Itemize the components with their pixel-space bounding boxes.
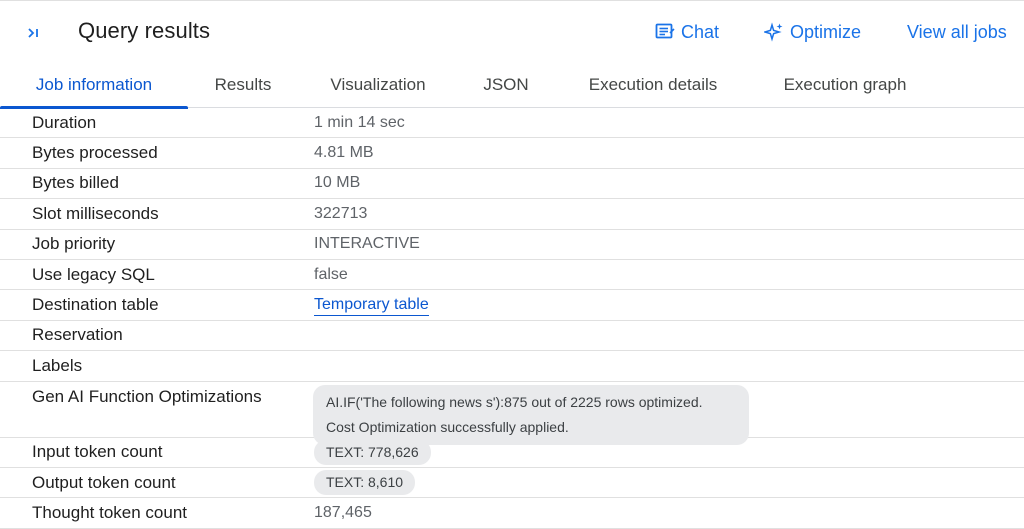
row-key: Use legacy SQL: [32, 264, 155, 284]
row-value: INTERACTIVE: [314, 235, 420, 253]
row-key: Gen AI Function Optimizations: [32, 386, 262, 406]
table-row: Bytes billed 10 MB: [0, 169, 1024, 200]
tab-execution-details[interactable]: Execution details: [566, 62, 740, 108]
row-key: Bytes processed: [32, 143, 158, 163]
row-key: Job priority: [32, 234, 116, 254]
collapse-right-icon: [28, 28, 38, 38]
results-tabs: Job information Results Visualization JS…: [0, 62, 1024, 109]
optimize-label: Optimize: [790, 21, 862, 42]
optimize-button[interactable]: Optimize: [764, 20, 861, 44]
collapse-panel-button[interactable]: [22, 21, 46, 45]
row-value: TEXT: 8,610: [314, 468, 416, 497]
results-header: Query results Chat Optimize View all job…: [0, 0, 1024, 62]
table-row: Job priority INTERACTIVE: [0, 230, 1024, 260]
row-value: 10 MB: [314, 174, 361, 192]
row-key: Slot milliseconds: [32, 203, 159, 223]
sparkle-icon: [764, 22, 783, 42]
tab-results[interactable]: Results: [199, 62, 287, 108]
table-row: Reservation: [0, 321, 1024, 352]
row-key: Reservation: [32, 325, 123, 345]
tab-visualization[interactable]: Visualization: [310, 62, 446, 108]
job-info-table: Duration 1 min 14 sec Bytes processed 4.…: [0, 108, 1024, 529]
row-key: Labels: [32, 355, 83, 375]
table-row: Destination table Temporary table: [0, 290, 1024, 321]
row-key: Destination table: [32, 295, 159, 315]
row-key: Bytes billed: [32, 173, 119, 193]
row-value: Temporary table: [314, 290, 429, 319]
table-row: Output token count TEXT: 8,610: [0, 468, 1024, 499]
page-title: Query results: [78, 18, 211, 43]
row-value: 322713: [314, 204, 368, 222]
row-value: false: [314, 265, 348, 283]
table-row: Use legacy SQL false: [0, 260, 1024, 291]
table-row: Bytes processed 4.81 MB: [0, 138, 1024, 169]
tab-job-information[interactable]: Job information: [0, 62, 188, 109]
row-key: Thought token count: [32, 502, 188, 522]
view-all-jobs-link[interactable]: View all jobs: [907, 20, 1007, 44]
table-row: Labels: [0, 351, 1024, 382]
row-key: Output token count: [32, 472, 176, 492]
table-row: Duration 1 min 14 sec: [0, 108, 1024, 139]
row-key: Duration: [32, 112, 97, 132]
tab-execution-graph[interactable]: Execution graph: [762, 62, 928, 108]
table-row: Slot milliseconds 322713: [0, 199, 1024, 230]
table-row: Thought token count 187,465: [0, 498, 1024, 529]
output-token-chip: TEXT: 8,610: [314, 470, 416, 496]
row-key: Input token count: [32, 442, 163, 462]
gen-ai-optimization-status: Cost Optimization successfully applied.: [326, 418, 569, 435]
temporary-table-link[interactable]: Temporary table: [314, 295, 429, 316]
view-all-jobs-label: View all jobs: [907, 21, 1007, 42]
chat-button[interactable]: Chat: [655, 20, 719, 44]
row-value: 4.81 MB: [314, 144, 374, 162]
table-row: Input token count TEXT: 778,626: [0, 438, 1024, 468]
gen-ai-optimization-chip: AI.IF('The following news s'):875 out of…: [313, 384, 749, 445]
chat-icon: [655, 23, 675, 39]
tab-json[interactable]: JSON: [470, 62, 542, 108]
table-row: Gen AI Function Optimizations AI.IF('The…: [0, 382, 1024, 445]
row-value: 1 min 14 sec: [314, 113, 405, 131]
chat-label: Chat: [681, 21, 720, 42]
input-token-chip: TEXT: 778,626: [314, 439, 431, 465]
row-value: 187,465: [314, 503, 372, 521]
row-value: TEXT: 778,626: [314, 438, 431, 467]
gen-ai-optimization-line: AI.IF('The following news s'):875 out of…: [326, 393, 703, 410]
